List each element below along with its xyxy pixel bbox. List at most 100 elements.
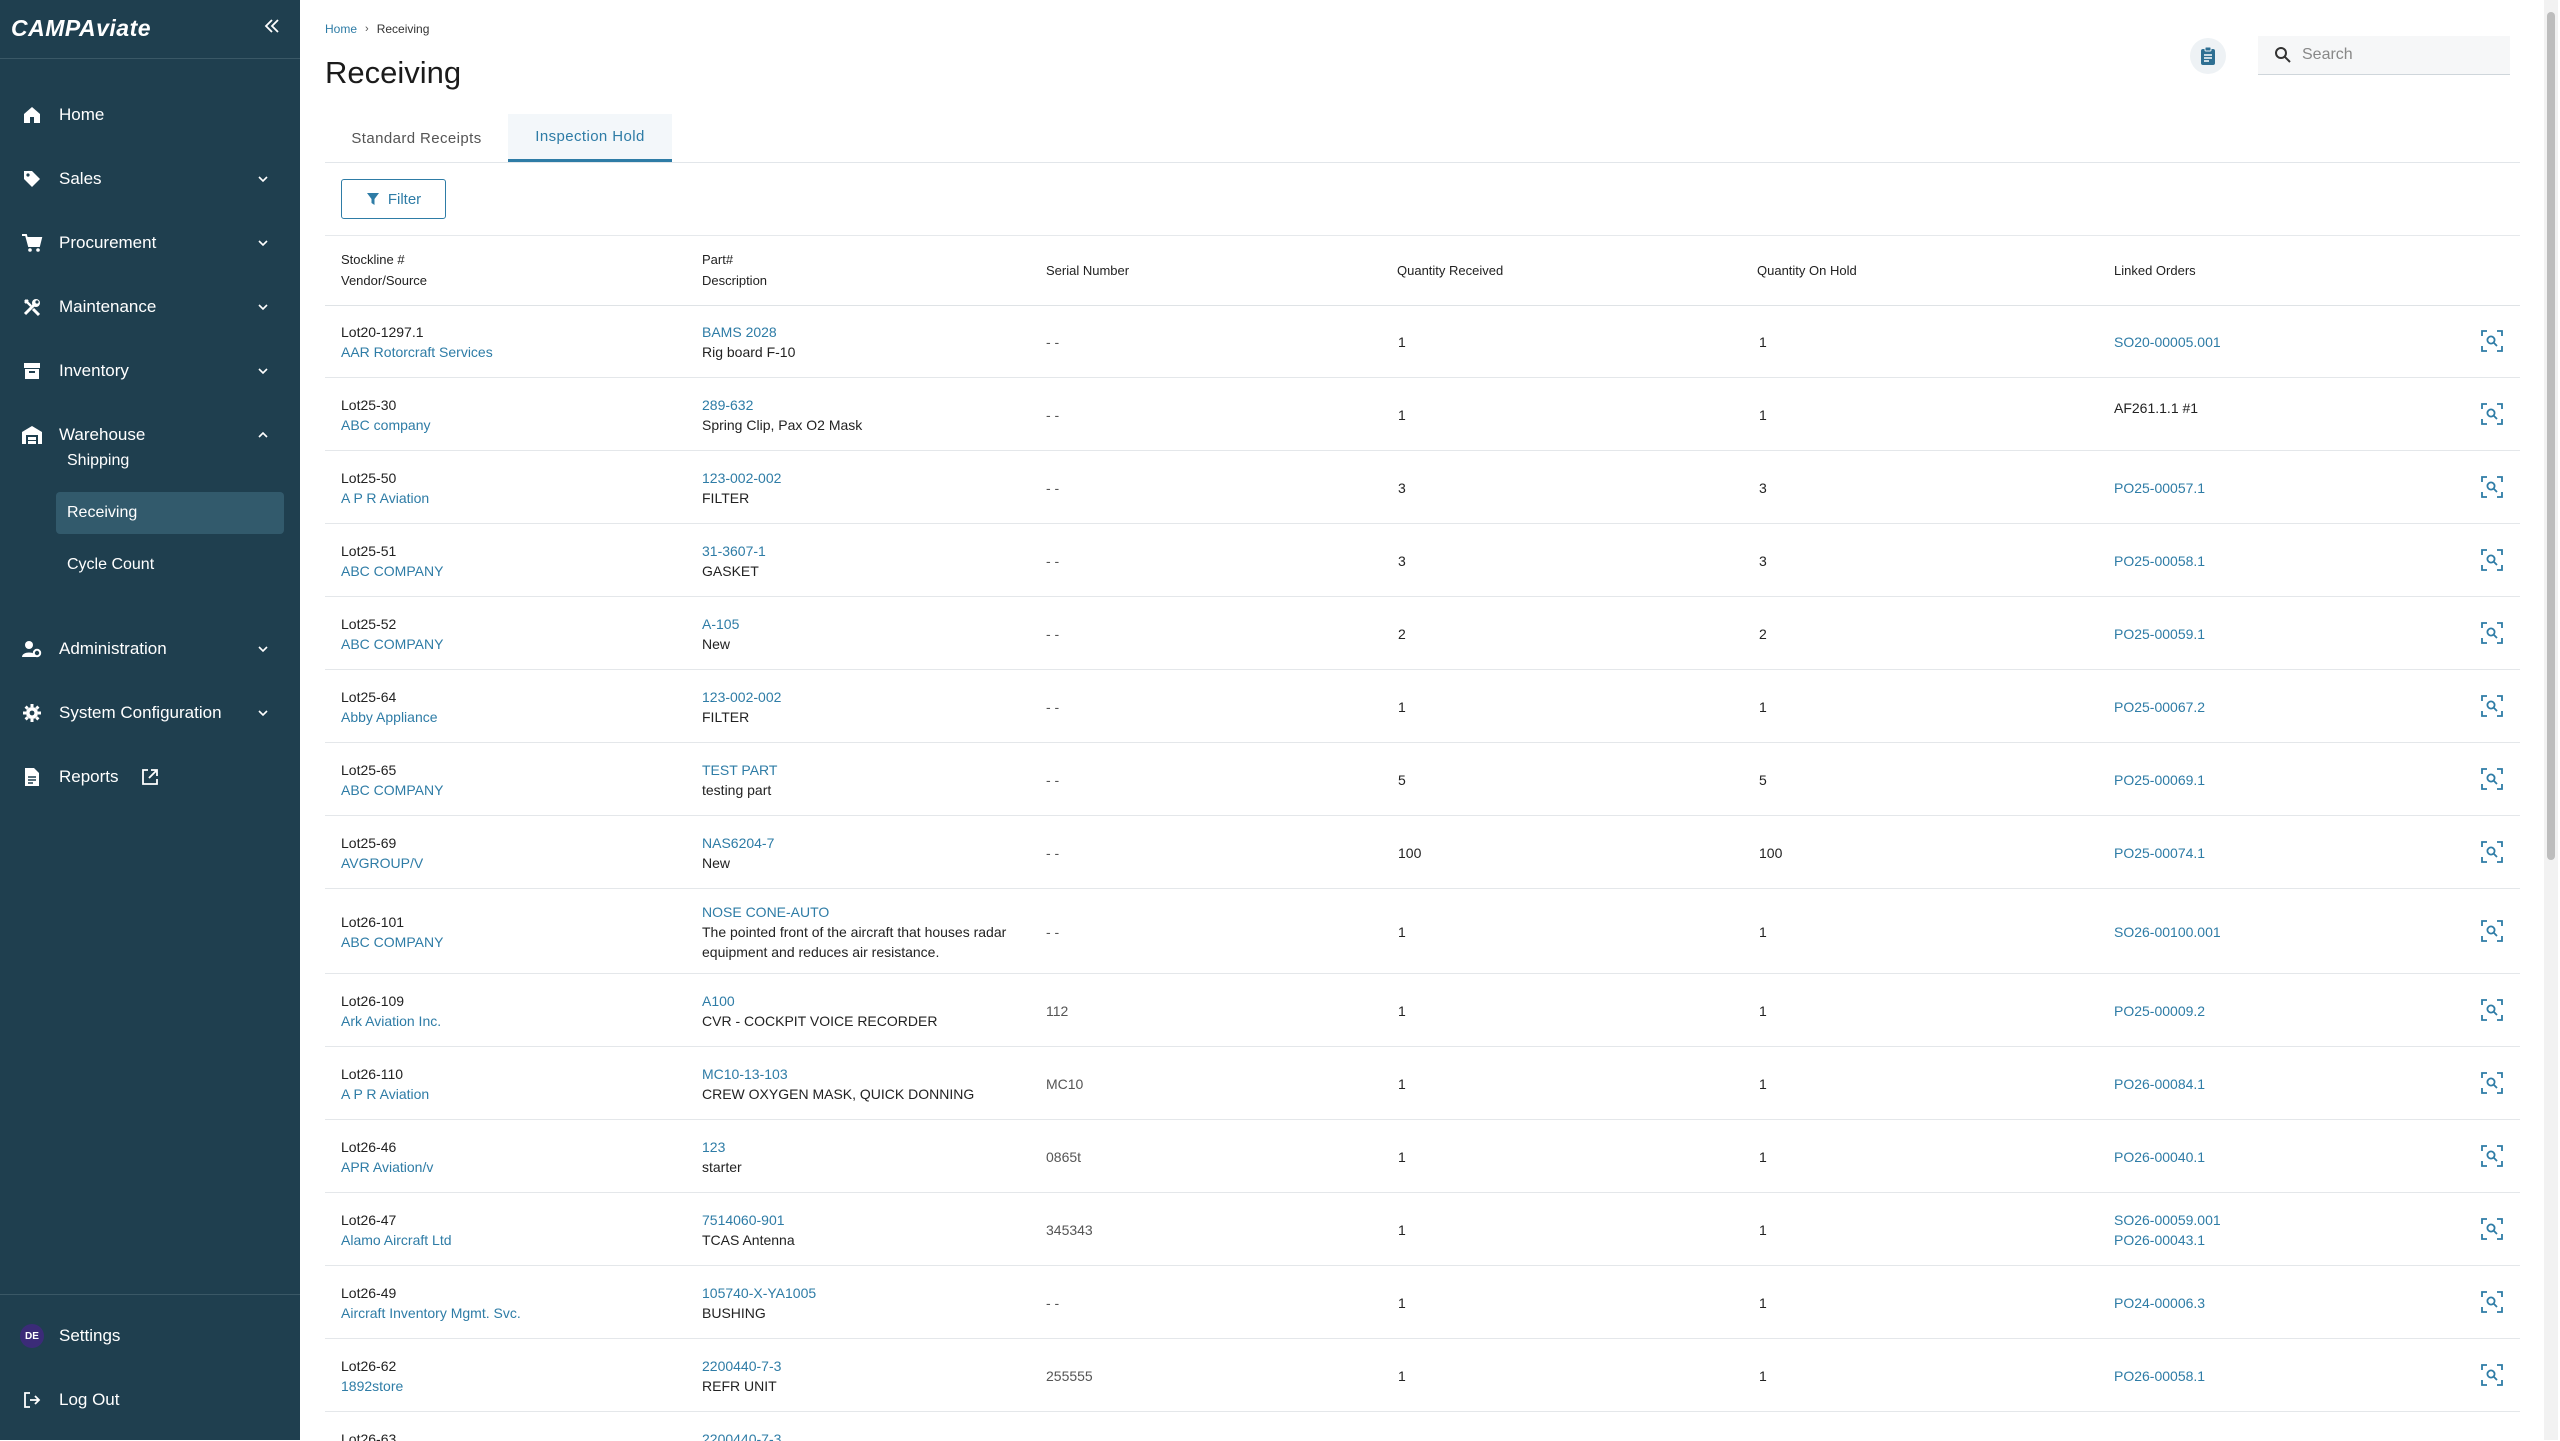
table-row[interactable]: Lot25-30 ABC company 289-632 Spring Clip, P… [325,378,2520,451]
linked-order-link[interactable]: PO25-00009.2 [2114,1001,2205,1021]
vendor-link[interactable]: A P R Aviation [341,1084,429,1104]
serial-number: - - [1046,924,1060,940]
table-row[interactable]: Lot26-49 Aircraft Inventory Mgmt. Svc. 105… [325,1266,2520,1339]
part-number-link[interactable]: 289-632 [702,395,753,415]
vendor-link[interactable]: ABC COMPANY [341,932,443,952]
quantity-on-hold: 1 [1759,334,1767,350]
vendor-link[interactable]: AVGROUP/V [341,853,423,873]
breadcrumb-home-link[interactable]: Home [325,22,357,36]
linked-order-link[interactable]: PO26-00058.1 [2114,1366,2205,1386]
table-row[interactable]: Lot26-110 A P R Aviation MC10-13-103 CREW O… [325,1047,2520,1120]
part-number-link[interactable]: 123 [702,1137,725,1157]
inspect-button[interactable] [2479,1290,2505,1316]
table-row[interactable]: Lot26-63 2200440-7-3 [325,1412,2520,1441]
inspect-button[interactable] [2479,548,2505,574]
sidebar-subitem-cycle-count[interactable]: Cycle Count [56,544,284,586]
sidebar-subitem-receiving[interactable]: Receiving [56,492,284,534]
sidebar-item-maintenance[interactable]: Maintenance [0,280,300,334]
inspect-button[interactable] [2479,402,2505,428]
sidebar-item-home[interactable]: Home [0,88,300,142]
table-row[interactable]: Lot25-69 AVGROUP/V NAS6204-7 New - - 100 100 PO… [325,816,2520,889]
part-number-link[interactable]: NOSE CONE-AUTO [702,902,829,922]
sidebar-item-procurement[interactable]: Procurement [0,216,300,270]
sidebar-subitem-shipping[interactable]: Shipping [56,440,284,482]
part-number-link[interactable]: 123-002-002 [702,468,781,488]
inspect-button[interactable] [2479,329,2505,355]
inspect-button[interactable] [2479,767,2505,793]
part-number-link[interactable]: 105740-X-YA1005 [702,1283,816,1303]
sidebar-item-settings[interactable]: DE Settings [0,1309,300,1363]
inspect-button[interactable] [2479,475,2505,501]
part-number-link[interactable]: BAMS 2028 [702,322,777,342]
table-row[interactable]: Lot25-65 ABC COMPANY TEST PART testing part… [325,743,2520,816]
vendor-link[interactable]: ABC company [341,415,430,435]
sidebar-item-inventory[interactable]: Inventory [0,344,300,398]
table-row[interactable]: Lot26-47 Alamo Aircraft Ltd 7514060-901 TCA… [325,1193,2520,1266]
linked-order-link[interactable]: PO25-00074.1 [2114,843,2205,863]
part-number-link[interactable]: NAS6204-7 [702,833,774,853]
linked-order-link[interactable]: SO26-00100.001 [2114,922,2221,942]
linked-order-link[interactable]: PO26-00084.1 [2114,1074,2205,1094]
inspect-button[interactable] [2479,840,2505,866]
table-row[interactable]: Lot20-1297.1 AAR Rotorcraft Services BAMS … [325,305,2520,378]
vendor-link[interactable]: AAR Rotorcraft Services [341,342,493,362]
part-number-link[interactable]: TEST PART [702,760,777,780]
inspect-button[interactable] [2479,694,2505,720]
table-row[interactable]: Lot25-52 ABC COMPANY A-105 New - - 2 2 PO25-000… [325,597,2520,670]
inspect-button[interactable] [2479,621,2505,647]
table-row[interactable]: Lot26-62 1892store 2200440-7-3 REFR UNIT 255… [325,1339,2520,1412]
inspect-button[interactable] [2479,919,2505,945]
linked-order-link[interactable]: PO25-00069.1 [2114,770,2205,790]
vendor-link[interactable]: ABC COMPANY [341,634,443,654]
part-number-link[interactable]: 7514060-901 [702,1210,785,1230]
vendor-link[interactable]: APR Aviation/v [341,1157,433,1177]
linked-order-link[interactable]: PO26-00043.1 [2114,1230,2205,1250]
vendor-link[interactable]: ABC COMPANY [341,780,443,800]
table-row[interactable]: Lot26-101 ABC COMPANY NOSE CONE-AUTO The po… [325,889,2520,974]
part-number-link[interactable]: 123-002-002 [702,687,781,707]
linked-order-link[interactable]: PO26-00040.1 [2114,1147,2205,1167]
sidebar-item-system-configuration[interactable]: System Configuration [0,686,300,740]
collapse-sidebar-button[interactable] [258,12,286,40]
part-number-link[interactable]: MC10-13-103 [702,1064,788,1084]
clipboard-button[interactable] [2190,38,2226,74]
tab-inspection-hold[interactable]: Inspection Hold [508,114,672,162]
filter-button[interactable]: Filter [341,179,446,219]
part-number-link[interactable]: 31-3607-1 [702,541,766,561]
inspect-button[interactable] [2479,1217,2505,1243]
linked-order-link[interactable]: PO25-00067.2 [2114,697,2205,717]
part-number-link[interactable]: 2200440-7-3 [702,1356,781,1376]
table-row[interactable]: Lot26-109 Ark Aviation Inc. A100 CVR - COCK… [325,974,2520,1047]
search-input[interactable] [2300,45,2504,65]
inspect-button[interactable] [2479,1144,2505,1170]
vendor-link[interactable]: 1892store [341,1376,403,1396]
linked-order-link[interactable]: SO26-00059.001 [2114,1210,2221,1230]
vendor-link[interactable]: A P R Aviation [341,488,429,508]
sidebar-item-sales[interactable]: Sales [0,152,300,206]
vendor-link[interactable]: Abby Appliance [341,707,438,727]
vendor-link[interactable]: Alamo Aircraft Ltd [341,1230,452,1250]
sidebar-item-administration[interactable]: Administration [0,622,300,676]
linked-order-link[interactable]: PO25-00058.1 [2114,551,2205,571]
inspect-button[interactable] [2479,1071,2505,1097]
part-number-link[interactable]: A100 [702,991,735,1011]
table-row[interactable]: Lot26-46 APR Aviation/v 123 starter 0865t 1 1 P… [325,1120,2520,1193]
part-number-link[interactable]: A-105 [702,614,739,634]
linked-order-link[interactable]: SO20-00005.001 [2114,332,2221,352]
scrollbar-thumb[interactable] [2547,12,2555,860]
vendor-link[interactable]: Aircraft Inventory Mgmt. Svc. [341,1303,521,1323]
tab-standard-receipts[interactable]: Standard Receipts [325,114,508,162]
vendor-link[interactable]: ABC COMPANY [341,561,443,581]
vendor-link[interactable]: Ark Aviation Inc. [341,1011,441,1031]
table-row[interactable]: Lot25-64 Abby Appliance 123-002-002 FILTER -… [325,670,2520,743]
sidebar-item-reports[interactable]: Reports [0,750,300,804]
part-number-link[interactable]: 2200440-7-3 [702,1429,781,1441]
inspect-button[interactable] [2479,998,2505,1024]
sidebar-item-logout[interactable]: Log Out [0,1373,300,1427]
linked-order-link[interactable]: PO25-00059.1 [2114,624,2205,644]
linked-order-link[interactable]: PO24-00006.3 [2114,1293,2205,1313]
linked-order-link[interactable]: PO25-00057.1 [2114,478,2205,498]
inspect-button[interactable] [2479,1363,2505,1389]
table-row[interactable]: Lot25-50 A P R Aviation 123-002-002 FILTER -… [325,451,2520,524]
table-row[interactable]: Lot25-51 ABC COMPANY 31-3607-1 GASKET - - 3 3 P… [325,524,2520,597]
